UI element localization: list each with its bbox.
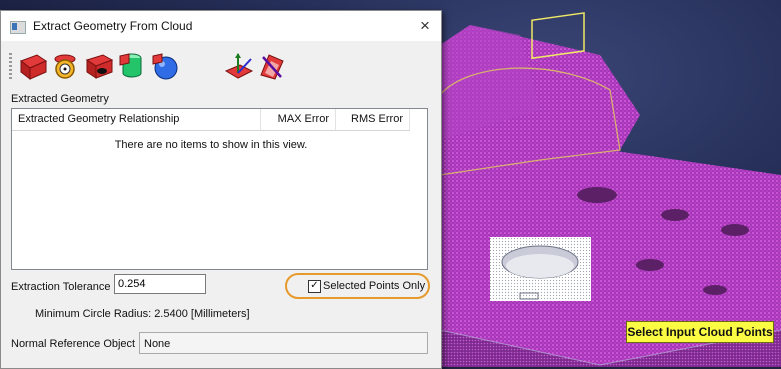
extracted-geometry-label: Extracted Geometry [11, 93, 109, 105]
app-icon [10, 21, 26, 34]
column-header-max-error[interactable]: MAX Error [261, 109, 336, 130]
selected-points-only-label[interactable]: Selected Points Only [323, 280, 425, 292]
plane-extract-icon[interactable] [18, 51, 48, 81]
extraction-tolerance-input[interactable] [114, 274, 206, 294]
toolbar [1, 43, 441, 87]
sphere-extract-icon[interactable] [150, 51, 180, 81]
title-bar[interactable]: Extract Geometry From Cloud × [1, 11, 441, 41]
cylinder-extract-icon[interactable] [117, 51, 147, 81]
selected-points-only-checkbox[interactable]: ✓ [308, 280, 321, 293]
extraction-tolerance-label: Extraction Tolerance [11, 281, 111, 293]
axis-plane-icon[interactable] [224, 51, 254, 81]
list-empty-message: There are no items to show in this view. [114, 139, 308, 151]
column-header-relationship[interactable]: Extracted Geometry Relationship [12, 109, 261, 130]
circle-extract-icon[interactable] [50, 51, 80, 81]
extracted-geometry-list[interactable]: Extracted Geometry Relationship MAX Erro… [11, 108, 428, 270]
close-button[interactable]: × [413, 15, 437, 37]
dialog-title: Extract Geometry From Cloud [33, 19, 193, 33]
normal-reference-label: Normal Reference Object [11, 338, 136, 350]
slot-extract-icon[interactable] [84, 51, 114, 81]
toolbar-grip-icon[interactable] [9, 53, 12, 79]
extract-geometry-dialog: Extract Geometry From Cloud × Extracted … [0, 10, 442, 369]
list-header: Extracted Geometry Relationship MAX Erro… [12, 109, 410, 131]
column-header-rms-error[interactable]: RMS Error [336, 109, 410, 130]
status-label: Select Input Cloud Points [626, 321, 774, 343]
normal-reference-field[interactable]: None [139, 332, 428, 354]
minimum-circle-radius-text: Minimum Circle Radius: 2.5400 [Millimete… [35, 308, 250, 320]
clear-selection-icon[interactable] [257, 51, 287, 81]
